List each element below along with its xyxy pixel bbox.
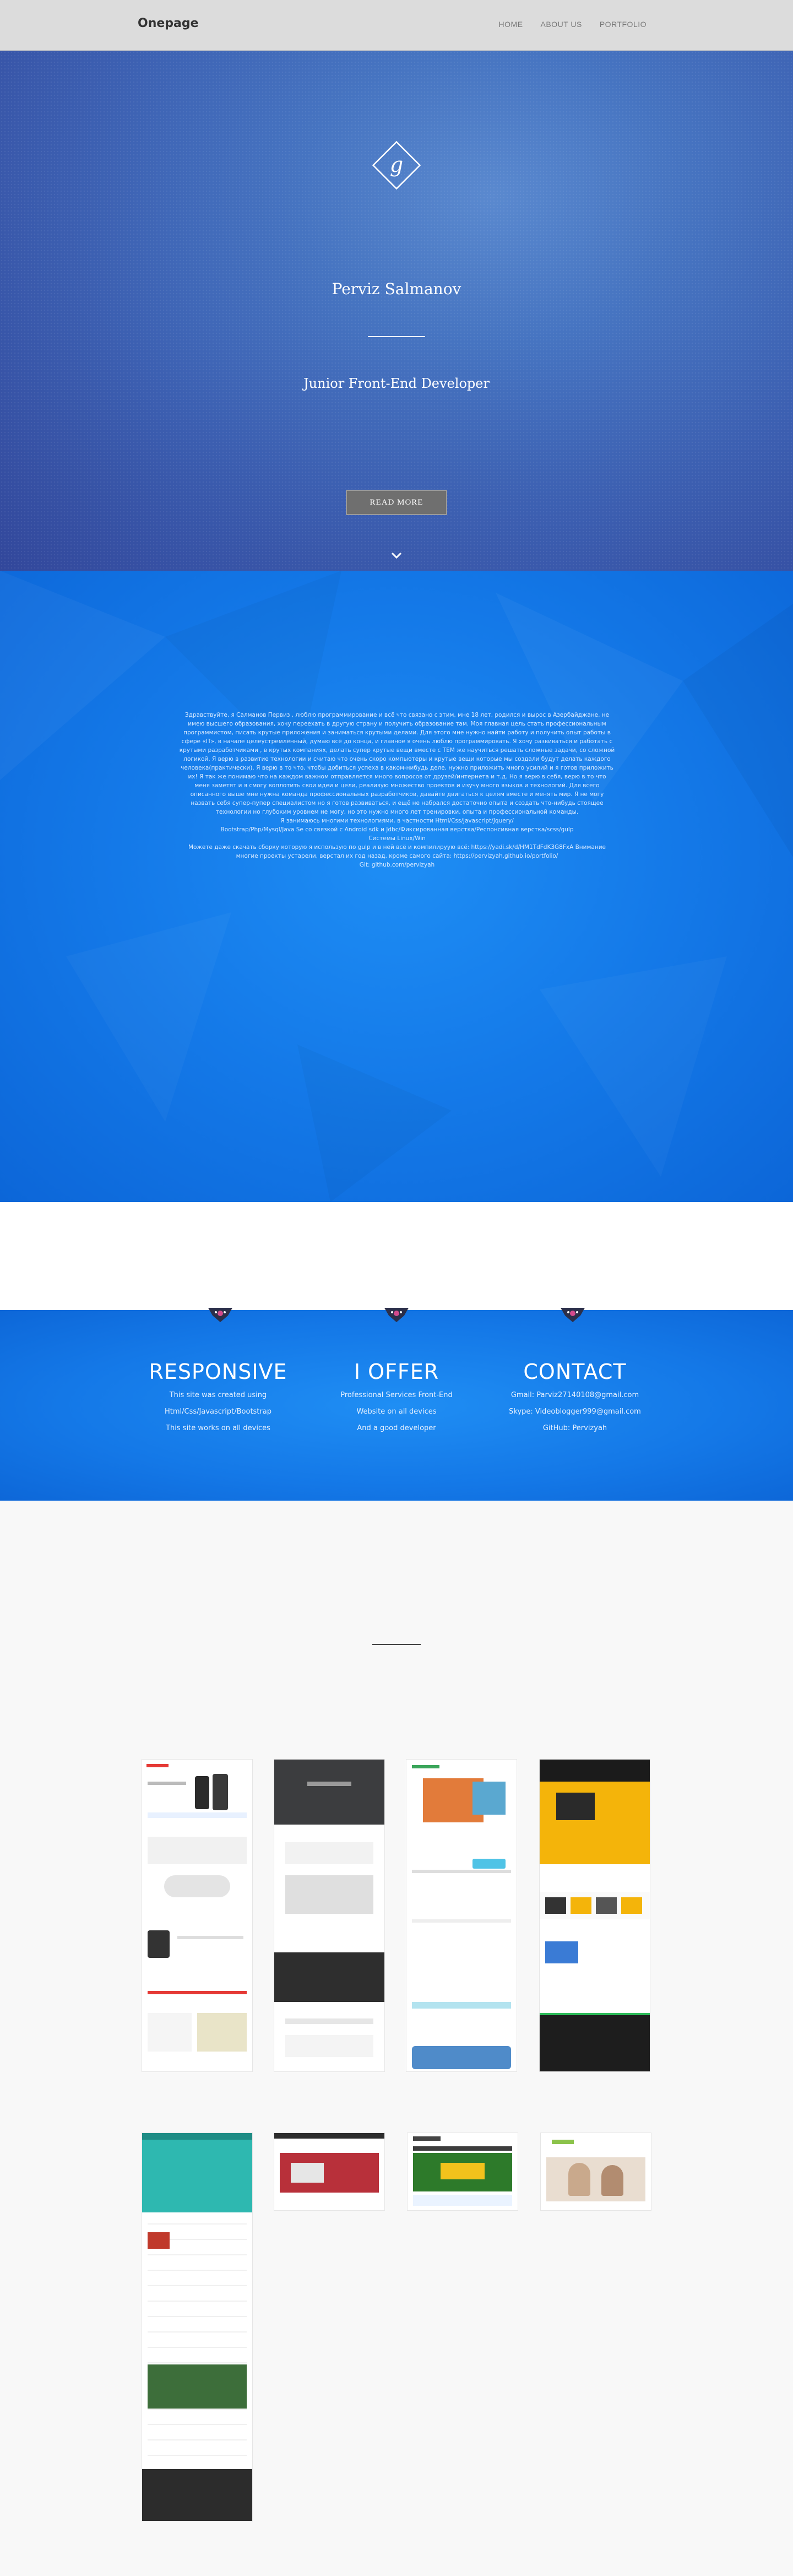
portfolio-item-business-yellow[interactable] [540, 1760, 650, 2071]
portfolio-divider [372, 1644, 421, 1645]
about-line: Здравствуйте, я Салманов Первиз , люблю … [184, 712, 610, 718]
ribbon-badge-icon [561, 1308, 585, 1322]
about-line: назвать себя супер-пупер специалистом но… [191, 800, 604, 807]
navbar: Onepage HOME ABOUT US PORTFOLIO [0, 0, 793, 51]
portfolio-item-wedding-photo[interactable] [541, 2133, 651, 2210]
about-line: логикой. Я верю в развитие технологии и … [183, 756, 611, 762]
portfolio-item-product-landing[interactable] [406, 1760, 517, 2071]
contact-gmail-link[interactable]: Gmail: Parviz27140108@gmail.com [492, 1387, 658, 1404]
hero-divider [368, 336, 425, 337]
about-line-link[interactable]: Git: github.com/pervizyah [143, 861, 651, 869]
read-more-button[interactable]: READ MORE [346, 490, 447, 515]
brand-logo[interactable]: Onepage [138, 17, 199, 30]
nav-link-about-us[interactable]: ABOUT US [541, 20, 582, 29]
feature-item: This site was created using [169, 1391, 267, 1399]
about-line: Системы Linux/Win [368, 835, 426, 842]
contact-skype-link[interactable]: Skype: Videoblogger999@gmail.com [492, 1404, 658, 1420]
about-line: крутыми разработчиками , в крутых компан… [179, 747, 615, 754]
feature-title: CONTACT [523, 1360, 627, 1384]
contact-github-link[interactable]: GitHub: Pervizyah [492, 1420, 658, 1437]
about-line: многие проекты устарели, верстал их год … [236, 853, 558, 859]
about-line: описанного выше мне нужна команда профес… [190, 791, 604, 798]
about-line: Bootstrap/Php/Mysql/Java Se со связкой с… [220, 826, 574, 833]
feature-item: This site works on all devices [166, 1424, 270, 1432]
portfolio-item-red-slider[interactable] [274, 2133, 384, 2210]
nav-links: HOME ABOUT US PORTFOLIO [499, 20, 647, 29]
nav-link-portfolio[interactable]: PORTFOLIO [600, 20, 647, 29]
portfolio-item-awesome-free-psd[interactable] [142, 2133, 252, 2521]
logo-letter: g [390, 153, 403, 177]
hero-job-title: Junior Front-End Developer [303, 376, 490, 391]
about-line: их! Я так же понимаю что на каждом важно… [188, 773, 606, 780]
about-line: имею высшего образования, хочу переехать… [188, 721, 606, 727]
hero-name: Perviz Salmanov [332, 280, 461, 298]
portfolio-item-green-shop[interactable] [408, 2133, 518, 2210]
portfolio-item-apple-store[interactable] [142, 1760, 252, 2071]
nav-link-home[interactable]: HOME [499, 20, 523, 29]
feature-contact: CONTACT Gmail: Parviz27140108@gmail.com … [492, 1356, 658, 1437]
spacer-section [0, 1202, 793, 1310]
about-section: Здравствуйте, я Салманов Первиз , люблю … [0, 571, 793, 1202]
feature-item: Professional Services Front-End [340, 1391, 453, 1399]
feature-title: I OFFER [354, 1360, 439, 1384]
about-line: Можете даже скачать сборку которую я исп… [188, 844, 606, 851]
feature-title: RESPONSIVE [149, 1360, 287, 1384]
about-line: программистом, писать крутые приложения … [183, 729, 611, 736]
chevron-down-icon[interactable] [390, 551, 403, 560]
feature-i-offer: I OFFER Professional Services Front-End … [314, 1356, 479, 1437]
about-line: технологии но глубоким уровнем не могу, … [215, 809, 579, 815]
triangle-pattern [0, 571, 793, 857]
diamond-logo-icon: g [372, 140, 421, 190]
about-line: человека(практически). Я верю в то что, … [181, 765, 613, 771]
about-line: сфере «IT», в начале целеустремлённый, д… [181, 738, 613, 745]
portfolio-section [0, 1501, 793, 2576]
portfolio-item-dark-agency[interactable] [274, 1760, 384, 2071]
feature-item: And a good developer [357, 1424, 436, 1432]
feature-item: Website on all devices [356, 1408, 437, 1416]
about-line: Я занимаюсь многими технологиями, в част… [280, 818, 514, 824]
hero-section: g Perviz Salmanov Junior Front-End Devel… [0, 51, 793, 571]
about-text: Здравствуйте, я Салманов Первиз , люблю … [143, 711, 651, 869]
ribbon-badge-icon [208, 1308, 232, 1322]
feature-item: Html/Css/Javascript/Bootstrap [165, 1408, 271, 1416]
ribbon-badge-icon [384, 1308, 409, 1322]
about-line: меня заметят и я смогу воплотить свои ид… [194, 782, 600, 789]
features-section: RESPONSIVE This site was created using H… [0, 1308, 793, 1501]
feature-responsive: RESPONSIVE This site was created using H… [135, 1356, 301, 1437]
